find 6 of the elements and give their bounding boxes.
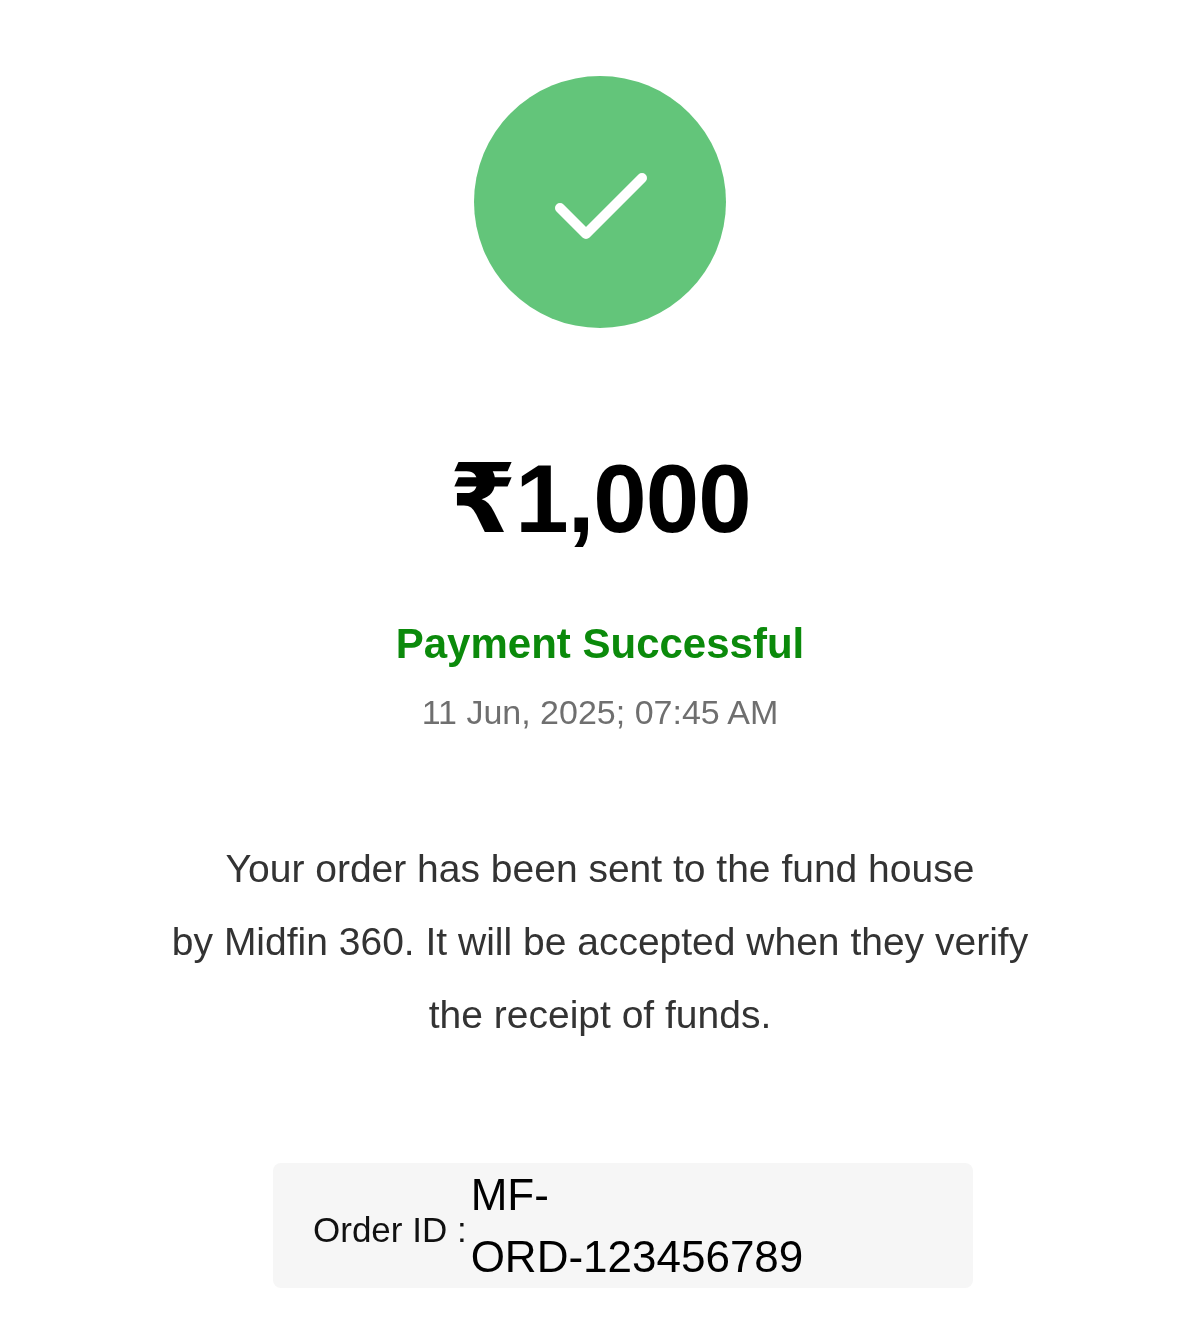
order-id-value: MF- ORD-123456789 bbox=[470, 1168, 804, 1283]
payment-amount: ₹1,000 bbox=[449, 444, 751, 554]
payment-status-title: Payment Successful bbox=[395, 619, 805, 669]
order-id-label: Order ID : bbox=[313, 1209, 467, 1250]
order-message: Your order has been sent to the fund house by Midfin 360. It will be accepted when they verify the receipt of funds. bbox=[171, 846, 1029, 1038]
payment-timestamp: 11 Jun, 2025; 07:45 AM bbox=[421, 692, 779, 732]
